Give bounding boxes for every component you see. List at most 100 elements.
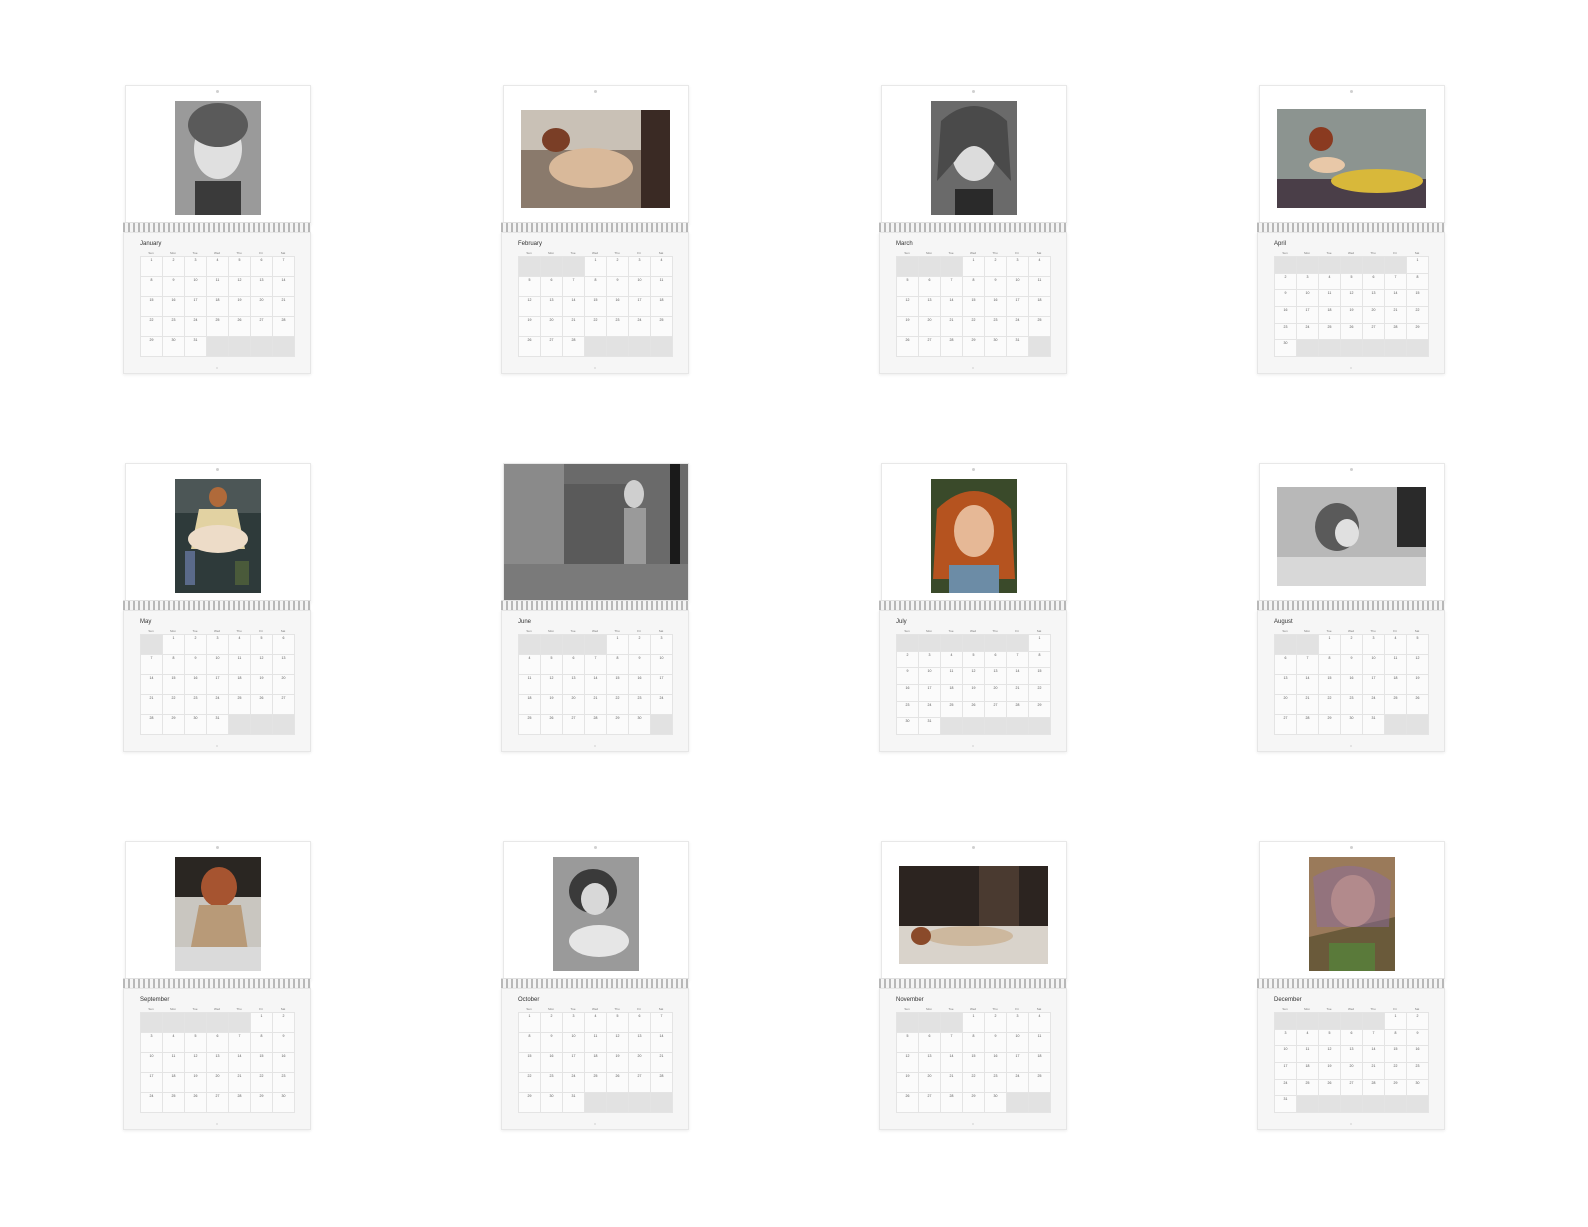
day-cell: 7 bbox=[273, 257, 295, 277]
calendar-page-september[interactable]: September Sun Mon Tue Wed Thu Fri Sat 12345678… bbox=[123, 841, 311, 1130]
day-cell-empty bbox=[1341, 1096, 1363, 1113]
day-cell: 16 bbox=[1275, 306, 1297, 324]
month-name: March bbox=[896, 241, 913, 247]
weekday-label: Wed bbox=[1347, 629, 1355, 633]
day-cell: 8 bbox=[1385, 1029, 1407, 1047]
day-cell: 20 bbox=[629, 1053, 651, 1073]
day-cell: 20 bbox=[919, 317, 941, 337]
day-cell: 24 bbox=[651, 695, 673, 715]
day-cell: 28 bbox=[1385, 323, 1407, 341]
calendar-page-january[interactable]: January Sun Mon Tue Wed Thu Fri Sat 1234567891… bbox=[123, 85, 311, 374]
hanging-hole bbox=[216, 468, 219, 471]
day-cell: 13 bbox=[1341, 1046, 1363, 1063]
day-cell: 4 bbox=[1319, 273, 1341, 291]
day-cell: 26 bbox=[541, 715, 563, 735]
day-cell-empty bbox=[585, 337, 607, 357]
day-cell-empty bbox=[273, 715, 295, 735]
day-cell-empty bbox=[229, 715, 251, 735]
month-grid-panel: June Sun Mon Tue Wed Thu Fri Sat 1 2 3 4 5 6 7 8 9 10 11… bbox=[501, 610, 689, 752]
hanging-hole bbox=[1350, 846, 1353, 849]
day-cell: 26 bbox=[897, 337, 919, 357]
day-grid: 1 2 3 4 5 6 7 8 9 10 11 12 13 14 15 16 17 18 19 20 21 22 23 24 2… bbox=[518, 1012, 673, 1113]
day-cell: 23 bbox=[541, 1073, 563, 1093]
photo-panel bbox=[881, 463, 1067, 603]
photo-panel bbox=[881, 841, 1067, 981]
day-cell: 27 bbox=[563, 715, 585, 735]
day-cell: 19 bbox=[897, 1073, 919, 1093]
day-cell: 18 bbox=[207, 297, 229, 317]
day-cell-empty bbox=[651, 715, 673, 735]
day-cell: 28 bbox=[651, 1073, 673, 1093]
day-cell: 16 bbox=[985, 1053, 1007, 1073]
day-cell: 7 bbox=[585, 655, 607, 675]
day-cell: 23 bbox=[985, 317, 1007, 337]
weekday-header: Sun Mon Tue Wed Thu Fri Sat bbox=[896, 251, 1050, 255]
weekday-header: Sun Mon Tue Wed Thu Fri Sat bbox=[896, 629, 1050, 633]
weekday-label: Sat bbox=[1414, 629, 1420, 633]
calendar-page-november[interactable]: November Sun Mon Tue Wed Thu Fri Sat 123456789… bbox=[879, 841, 1067, 1130]
day-cell: 2 bbox=[1275, 273, 1297, 291]
day-cell-empty bbox=[651, 1093, 673, 1113]
day-cell-empty bbox=[1363, 257, 1385, 274]
day-cell: 8 bbox=[1319, 655, 1341, 675]
weekday-label: Sat bbox=[280, 251, 286, 255]
calendar-page-october[interactable]: October Sun Mon Tue Wed Thu Fri Sat 1234567891… bbox=[501, 841, 689, 1130]
day-cell: 18 bbox=[229, 675, 251, 695]
day-cell: 27 bbox=[919, 337, 941, 357]
day-cell: 9 bbox=[163, 277, 185, 297]
calendar-page-june[interactable]: June Sun Mon Tue Wed Thu Fri Sat 1 2 3 4 5 6 7 8 9 10 11… bbox=[501, 463, 689, 752]
calendar-page-april[interactable]: April Sun Mon Tue Wed Thu Fri Sat 1 2 3 4 5 6 7 8 9 10 1… bbox=[1257, 85, 1445, 374]
weekday-label: Wed bbox=[591, 251, 599, 255]
day-cell-empty bbox=[963, 635, 985, 652]
weekday-label: Tue bbox=[570, 1007, 576, 1011]
day-cell-empty bbox=[919, 257, 941, 277]
day-cell: 23 bbox=[897, 701, 919, 719]
month-name: October bbox=[518, 997, 540, 1003]
day-cell: 21 bbox=[1363, 1062, 1385, 1080]
weekday-label: Fri bbox=[637, 629, 641, 633]
weekday-label: Thu bbox=[236, 251, 242, 255]
calendar-photo bbox=[931, 479, 1017, 593]
day-cell: 3 bbox=[1297, 273, 1319, 291]
weekday-label: Mon bbox=[170, 629, 176, 633]
weekday-label: Fri bbox=[1393, 1007, 1397, 1011]
calendar-page-may[interactable]: May Sun Mon Tue Wed Thu Fri Sat 1 2 3 4 5 6 7 8 9 10 11 1… bbox=[123, 463, 311, 752]
day-cell: 1 bbox=[1319, 635, 1341, 655]
day-cell: 7 bbox=[1007, 651, 1029, 669]
day-cell: 14 bbox=[1007, 668, 1029, 685]
day-cell: 24 bbox=[1297, 323, 1319, 341]
calendar-page-july[interactable]: July Sun Mon Tue Wed Thu Fri Sat 1 2 3 4 5 6 7 8 9 10 11… bbox=[879, 463, 1067, 752]
day-cell: 24 bbox=[141, 1093, 163, 1113]
day-cell: 1 bbox=[141, 257, 163, 277]
month-name: April bbox=[1274, 241, 1287, 247]
calendar-page-december[interactable]: December Sun Mon Tue Wed Thu Fri Sat 123456789… bbox=[1257, 841, 1445, 1130]
day-cell: 16 bbox=[185, 675, 207, 695]
day-cell: 10 bbox=[1297, 290, 1319, 307]
weekday-label: Sat bbox=[658, 629, 664, 633]
day-cell: 28 bbox=[229, 1093, 251, 1113]
day-cell: 14 bbox=[585, 675, 607, 695]
day-cell: 12 bbox=[251, 655, 273, 675]
day-cell: 23 bbox=[1341, 695, 1363, 715]
day-cell: 19 bbox=[607, 1053, 629, 1073]
calendar-page-february[interactable]: February Sun Mon Tue Wed Thu Fri Sat 123456789… bbox=[501, 85, 689, 374]
day-cell-empty bbox=[1385, 340, 1407, 357]
calendar-page-march[interactable]: March Sun Mon Tue Wed Thu Fri Sat 1 2 3 4 5 6 7 8 9 10 1… bbox=[879, 85, 1067, 374]
day-cell: 4 bbox=[163, 1033, 185, 1053]
day-grid: 1 2 3 4 5 6 7 8 9 10 11 12 13 14 15 16 17 18 19 20 21 22 23 24 2… bbox=[518, 256, 673, 357]
day-cell: 28 bbox=[585, 715, 607, 735]
day-cell: 6 bbox=[273, 635, 295, 655]
weekday-label: Sun bbox=[526, 629, 532, 633]
calendar-photo bbox=[1309, 857, 1395, 971]
month-grid-panel: November Sun Mon Tue Wed Thu Fri Sat 123456789… bbox=[879, 988, 1067, 1130]
calendar-page-august[interactable]: August Sun Mon Tue Wed Thu Fri Sat 1 2 3 4 5 6 7 8 9 10… bbox=[1257, 463, 1445, 752]
weekday-label: Mon bbox=[1304, 1007, 1310, 1011]
day-cell: 6 bbox=[629, 1013, 651, 1033]
day-cell: 21 bbox=[229, 1073, 251, 1093]
day-grid: 1 2 3 4 5 6 7 8 9 10 11 12 13 14 15 16 17 18 19 20 21 22 23 24 2… bbox=[1274, 634, 1429, 735]
day-cell: 13 bbox=[563, 675, 585, 695]
weekday-label: Wed bbox=[969, 629, 977, 633]
day-cell: 7 bbox=[1297, 655, 1319, 675]
day-cell: 29 bbox=[607, 715, 629, 735]
day-cell: 11 bbox=[1319, 290, 1341, 307]
